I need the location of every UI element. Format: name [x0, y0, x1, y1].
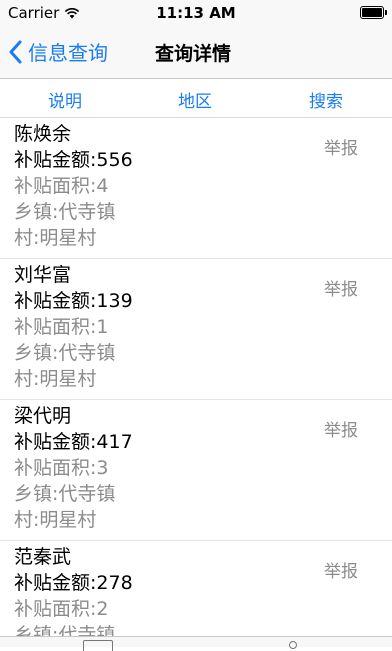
- tab-bar-icon[interactable]: [289, 641, 297, 649]
- tab-search[interactable]: 搜索: [309, 87, 343, 112]
- page-title: 查询详情: [155, 43, 232, 65]
- list-item: 梁代明 补贴金额:417 补贴面积:3 乡镇:代寺镇 村:明星村 举报: [0, 400, 392, 541]
- record-amount: 补贴金额:417: [14, 431, 133, 453]
- record-town: 乡镇:代寺镇: [14, 342, 116, 364]
- record-village: 村:明星村: [14, 509, 97, 531]
- report-button[interactable]: 举报: [324, 557, 358, 582]
- record-village: 村:明星村: [14, 227, 97, 249]
- list-item: 范秦武 补贴金额:278 补贴面积:2 乡镇:代寺镇 举报: [0, 541, 392, 636]
- record-amount: 补贴金额:139: [14, 290, 133, 312]
- tab-bar: 说明 地区 搜索: [0, 79, 392, 118]
- bottom-tab-bar: [0, 636, 392, 651]
- record-village: 村:明星村: [14, 368, 97, 390]
- record-amount: 补贴金额:278: [14, 572, 133, 594]
- record-amount: 补贴金额:556: [14, 149, 133, 171]
- chevron-left-icon: [9, 40, 22, 63]
- record-area: 补贴面积:2: [14, 598, 109, 620]
- back-button[interactable]: 信息查询: [8, 37, 108, 66]
- report-button[interactable]: 举报: [324, 134, 358, 159]
- record-town: 乡镇:代寺镇: [14, 483, 116, 505]
- report-button[interactable]: 举报: [324, 275, 358, 300]
- record-town: 乡镇:代寺镇: [14, 201, 116, 223]
- status-bar: Carrier 11:13 AM: [0, 0, 392, 26]
- report-button[interactable]: 举报: [324, 416, 358, 441]
- status-time: 11:13 AM: [156, 4, 236, 22]
- record-list[interactable]: 陈焕余 补贴金额:556 补贴面积:4 乡镇:代寺镇 村:明星村 举报 刘华富 …: [0, 118, 392, 636]
- tab-region[interactable]: 地区: [178, 87, 212, 112]
- record-name: 陈焕余: [14, 123, 72, 145]
- tab-instructions[interactable]: 说明: [48, 87, 82, 112]
- record-name: 范秦武: [14, 546, 72, 568]
- record-area: 补贴面积:1: [14, 316, 109, 338]
- record-area: 补贴面积:3: [14, 457, 109, 479]
- record-name: 刘华富: [14, 264, 72, 286]
- record-name: 梁代明: [14, 405, 72, 427]
- nav-bar: 信息查询 查询详情: [0, 26, 392, 79]
- list-item: 陈焕余 补贴金额:556 补贴面积:4 乡镇:代寺镇 村:明星村 举报: [0, 118, 392, 259]
- record-area: 补贴面积:4: [14, 175, 109, 197]
- list-item: 刘华富 补贴金额:139 补贴面积:1 乡镇:代寺镇 村:明星村 举报: [0, 259, 392, 400]
- back-button-label: 信息查询: [28, 41, 108, 65]
- battery-icon: [360, 6, 387, 19]
- record-town: 乡镇:代寺镇: [14, 624, 116, 636]
